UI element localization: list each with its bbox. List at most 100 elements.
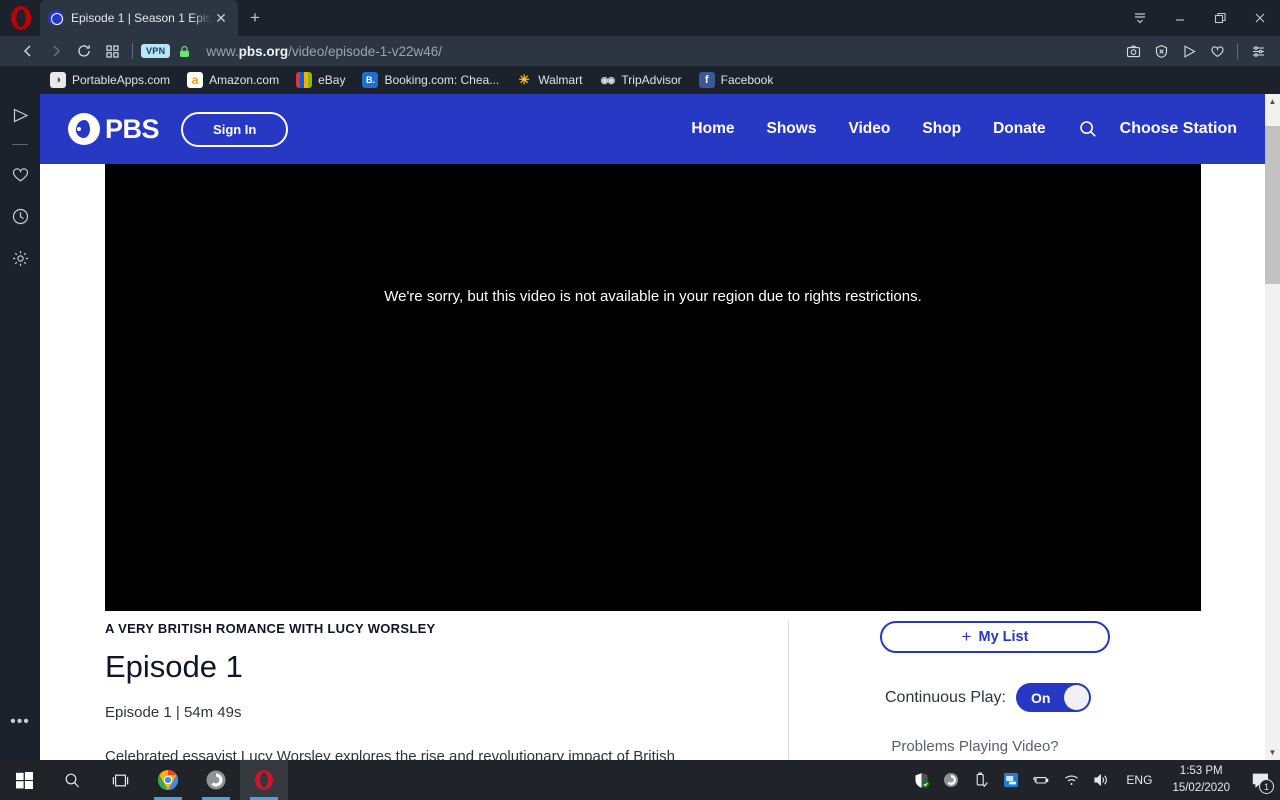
sign-in-button[interactable]: Sign In <box>181 111 289 147</box>
bookmark-label: Facebook <box>720 73 774 87</box>
pbs-main-nav: Home Shows Video Shop Donate Choose Stat… <box>691 119 1265 139</box>
bookmark-item[interactable]: f Facebook <box>698 72 774 88</box>
page-viewport: PBS Sign In Home Shows Video Shop Donate… <box>40 94 1280 760</box>
restore-button[interactable] <box>1200 0 1240 36</box>
bookmark-item[interactable]: eBay <box>296 72 345 88</box>
clock-time: 1:53 PM <box>1179 765 1223 778</box>
toolbar-separator-2 <box>1237 43 1238 59</box>
windows-taskbar: ENG 1:53 PM 15/02/2020 1 <box>0 760 1280 800</box>
language-indicator[interactable]: ENG <box>1116 773 1162 787</box>
opera-taskbar-icon[interactable] <box>240 760 288 800</box>
video-player[interactable]: We're sorry, but this video is not avail… <box>105 164 1201 611</box>
task-view-icon[interactable] <box>96 760 144 800</box>
notification-count-badge: 1 <box>1259 779 1274 794</box>
wifi-icon[interactable] <box>1056 760 1086 800</box>
clock[interactable]: 1:53 PM 15/02/2020 <box>1162 763 1240 796</box>
toggle-knob <box>1063 685 1089 710</box>
heart-icon[interactable] <box>1203 37 1231 65</box>
reload-icon[interactable] <box>70 37 98 65</box>
messenger-icon[interactable] <box>5 100 35 130</box>
nav-item-home[interactable]: Home <box>691 120 734 138</box>
browser-tab-title: Episode 1 | Season 1 Episode 1 | A Very … <box>71 11 212 25</box>
bookmark-label: eBay <box>318 73 346 87</box>
snapshot-icon[interactable] <box>1119 37 1147 65</box>
opera-gx-taskbar-icon[interactable] <box>192 760 240 800</box>
scroll-down-icon[interactable]: ▼ <box>1265 745 1280 760</box>
windows-defender-icon[interactable] <box>906 760 936 800</box>
plus-icon: + <box>961 627 972 646</box>
clock-date: 15/02/2020 <box>1172 782 1230 794</box>
episode-actions: + My List Continuous Play: On Problems P… <box>830 621 1170 755</box>
content-divider <box>788 621 789 760</box>
nav-item-donate[interactable]: Donate <box>993 120 1046 138</box>
add-to-my-list-button[interactable]: + My List <box>880 621 1110 653</box>
continuous-play-toggle[interactable]: On <box>1015 683 1091 712</box>
browser-tab[interactable]: Episode 1 | Season 1 Episode 1 | A Very … <box>40 0 238 36</box>
bookmark-item[interactable]: ◑ PortableApps.com <box>50 72 170 88</box>
notifications-button[interactable]: 1 <box>1240 760 1280 800</box>
bookmark-label: Walmart <box>538 73 583 87</box>
secure-lock-icon[interactable] <box>170 37 198 65</box>
history-icon[interactable] <box>5 201 35 231</box>
send-icon[interactable] <box>1175 37 1203 65</box>
start-button[interactable] <box>0 760 48 800</box>
video-error-message: We're sorry, but this video is not avail… <box>384 288 922 305</box>
back-icon[interactable] <box>14 37 42 65</box>
sidebar-divider <box>12 144 28 145</box>
heart-icon[interactable] <box>5 159 35 189</box>
pbs-favicon <box>48 10 64 26</box>
my-list-label: My List <box>978 629 1029 645</box>
close-icon[interactable]: ✕ <box>212 9 230 27</box>
continuous-play-label: Continuous Play: <box>885 688 1006 706</box>
workspaces-icon[interactable] <box>98 37 126 65</box>
nav-item-shows[interactable]: Shows <box>766 120 816 138</box>
nav-item-video[interactable]: Video <box>848 120 890 138</box>
tab-list-icon[interactable] <box>1120 0 1160 36</box>
walmart-icon: ✳ <box>518 72 530 87</box>
pbs-site-header: PBS Sign In Home Shows Video Shop Donate… <box>40 94 1265 164</box>
network-computer-icon[interactable] <box>996 760 1026 800</box>
bookmark-item[interactable]: ✳ Walmart <box>516 72 583 88</box>
ad-block-icon[interactable] <box>1147 37 1175 65</box>
problems-playing-video-link[interactable]: Problems Playing Video? <box>860 738 1090 755</box>
settings-icon[interactable] <box>5 243 35 273</box>
bookmark-item[interactable]: a Amazon.com <box>187 72 279 88</box>
facebook-icon: f <box>698 72 715 88</box>
volume-icon[interactable] <box>1086 760 1116 800</box>
scroll-up-icon[interactable]: ▲ <box>1265 94 1280 109</box>
booking-icon: B. <box>362 72 379 88</box>
forward-icon[interactable] <box>42 37 70 65</box>
page-scrollbar[interactable]: ▲ ▼ <box>1265 94 1280 760</box>
taskbar-search-icon[interactable] <box>48 760 96 800</box>
browser-title-bar: Episode 1 | Season 1 Episode 1 | A Very … <box>0 0 1280 36</box>
show-title: A VERY BRITISH ROMANCE WITH LUCY WORSLEY <box>105 621 436 636</box>
bookmark-item[interactable]: ◉◉ TripAdvisor <box>599 72 682 88</box>
bookmark-label: TripAdvisor <box>621 73 682 87</box>
url-display[interactable]: www.pbs.org/video/episode-1-v22w46/ <box>206 44 442 59</box>
vpn-badge[interactable]: VPN <box>141 44 171 58</box>
close-window-button[interactable] <box>1240 0 1280 36</box>
easy-setup-icon[interactable] <box>1244 37 1272 65</box>
nav-item-shop[interactable]: Shop <box>922 120 961 138</box>
usb-safe-remove-icon[interactable] <box>966 760 996 800</box>
bookmark-item[interactable]: B. Booking.com: Chea... <box>362 72 499 88</box>
pbs-logo[interactable]: PBS <box>68 113 160 145</box>
toolbar-separator <box>132 43 133 59</box>
chrome-taskbar-icon[interactable] <box>144 760 192 800</box>
scrollbar-thumb[interactable] <box>1265 126 1280 284</box>
new-tab-button[interactable]: + <box>243 6 267 30</box>
sidebar-more-button[interactable]: ••• <box>8 712 32 732</box>
toggle-state-label: On <box>1030 689 1051 706</box>
battery-icon[interactable] <box>1026 760 1056 800</box>
bookmark-label: PortableApps.com <box>72 73 171 87</box>
pbs-wordmark: PBS <box>105 113 160 144</box>
search-icon[interactable] <box>1078 119 1098 139</box>
portableapps-icon: ◑ <box>50 72 66 88</box>
url-prefix: www. <box>206 43 239 59</box>
opera-gx-tray-icon[interactable] <box>936 760 966 800</box>
bookmark-label: Amazon.com <box>209 73 280 87</box>
choose-station-button[interactable]: Choose Station <box>1120 120 1237 138</box>
minimize-button[interactable] <box>1160 0 1200 36</box>
episode-info: A VERY BRITISH ROMANCE WITH LUCY WORSLEY… <box>105 621 788 760</box>
tripadvisor-icon: ◉◉ <box>600 74 616 85</box>
